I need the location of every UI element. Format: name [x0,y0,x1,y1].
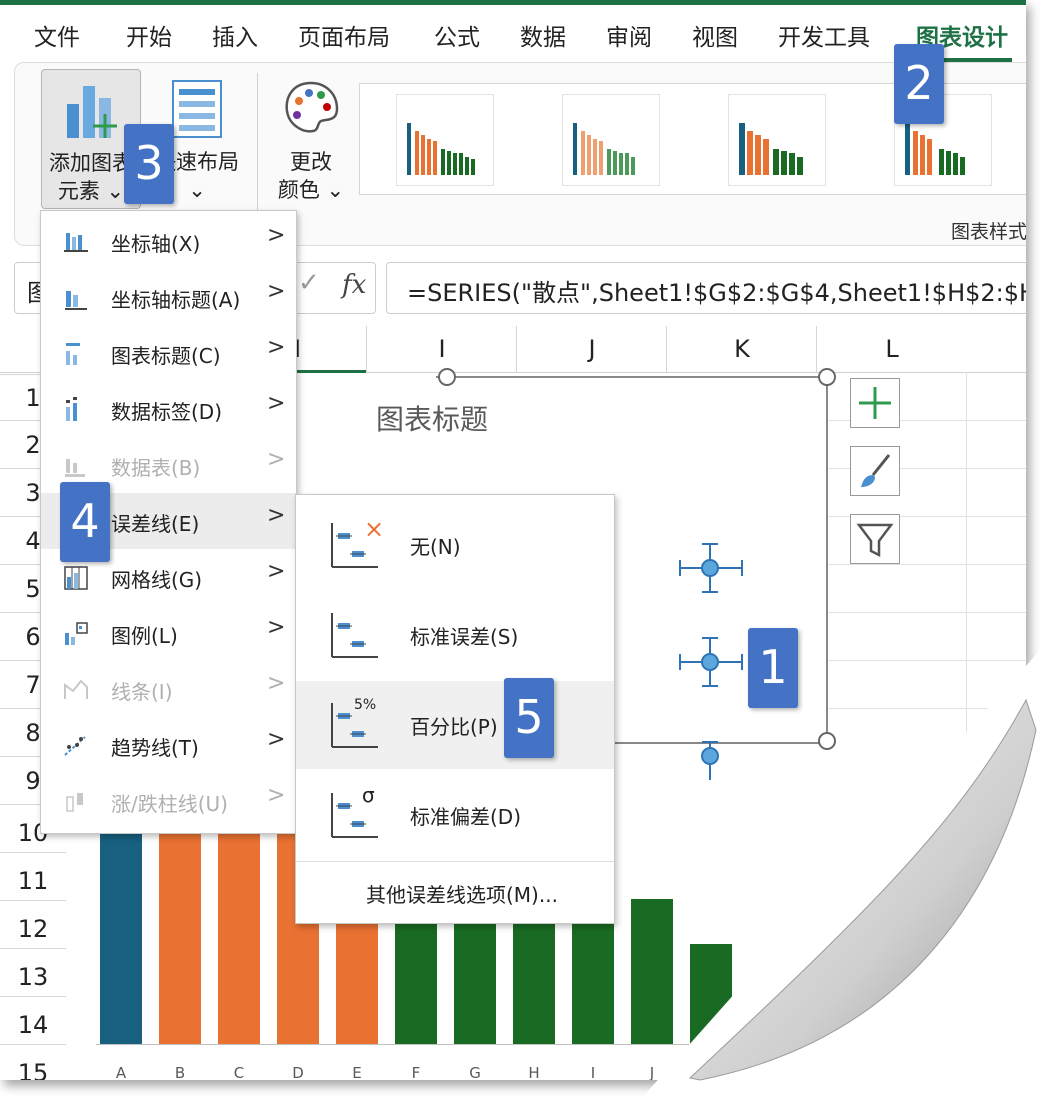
page-curl-effect [640,640,1049,1100]
